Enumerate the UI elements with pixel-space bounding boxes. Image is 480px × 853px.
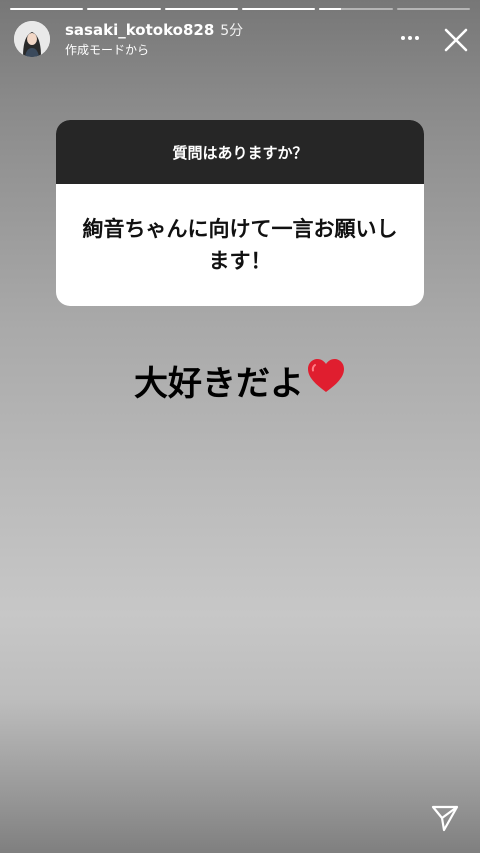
progress-segment xyxy=(164,8,238,10)
avatar[interactable] xyxy=(14,21,50,57)
question-text: 絢音ちゃんに向けて一言お願いします！ xyxy=(82,217,398,273)
progress-segment xyxy=(87,8,161,10)
story-progress-bar xyxy=(10,8,470,10)
more-dots-icon[interactable] xyxy=(398,25,422,49)
progress-segment xyxy=(241,8,316,10)
answer-text: 大好きだよ xyxy=(134,364,304,404)
progress-segment xyxy=(396,8,470,10)
post-time: 5分 xyxy=(220,23,244,39)
progress-segment xyxy=(10,8,84,10)
progress-segment xyxy=(319,8,393,10)
story-subtitle: 作成モードから xyxy=(65,43,150,57)
avatar-image xyxy=(14,21,50,57)
close-icon[interactable] xyxy=(442,26,470,54)
username[interactable]: sasaki_kotoko828 xyxy=(65,21,214,39)
user-info: sasaki_kotoko828 5分 xyxy=(65,21,244,39)
send-icon[interactable] xyxy=(430,803,460,833)
answer-text-block: 大好きだよ xyxy=(0,357,480,408)
story-header: sasaki_kotoko828 5分 作成モードから xyxy=(14,20,470,58)
question-sticker[interactable]: 質問はありますか？ 絢音ちゃんに向けて一言お願いします！ xyxy=(56,120,424,306)
question-sticker-header: 質問はありますか？ xyxy=(56,120,424,184)
red-heart-icon xyxy=(306,357,346,408)
story-viewer[interactable]: sasaki_kotoko828 5分 作成モードから 質問はありますか？ 絢音ち… xyxy=(0,0,480,853)
